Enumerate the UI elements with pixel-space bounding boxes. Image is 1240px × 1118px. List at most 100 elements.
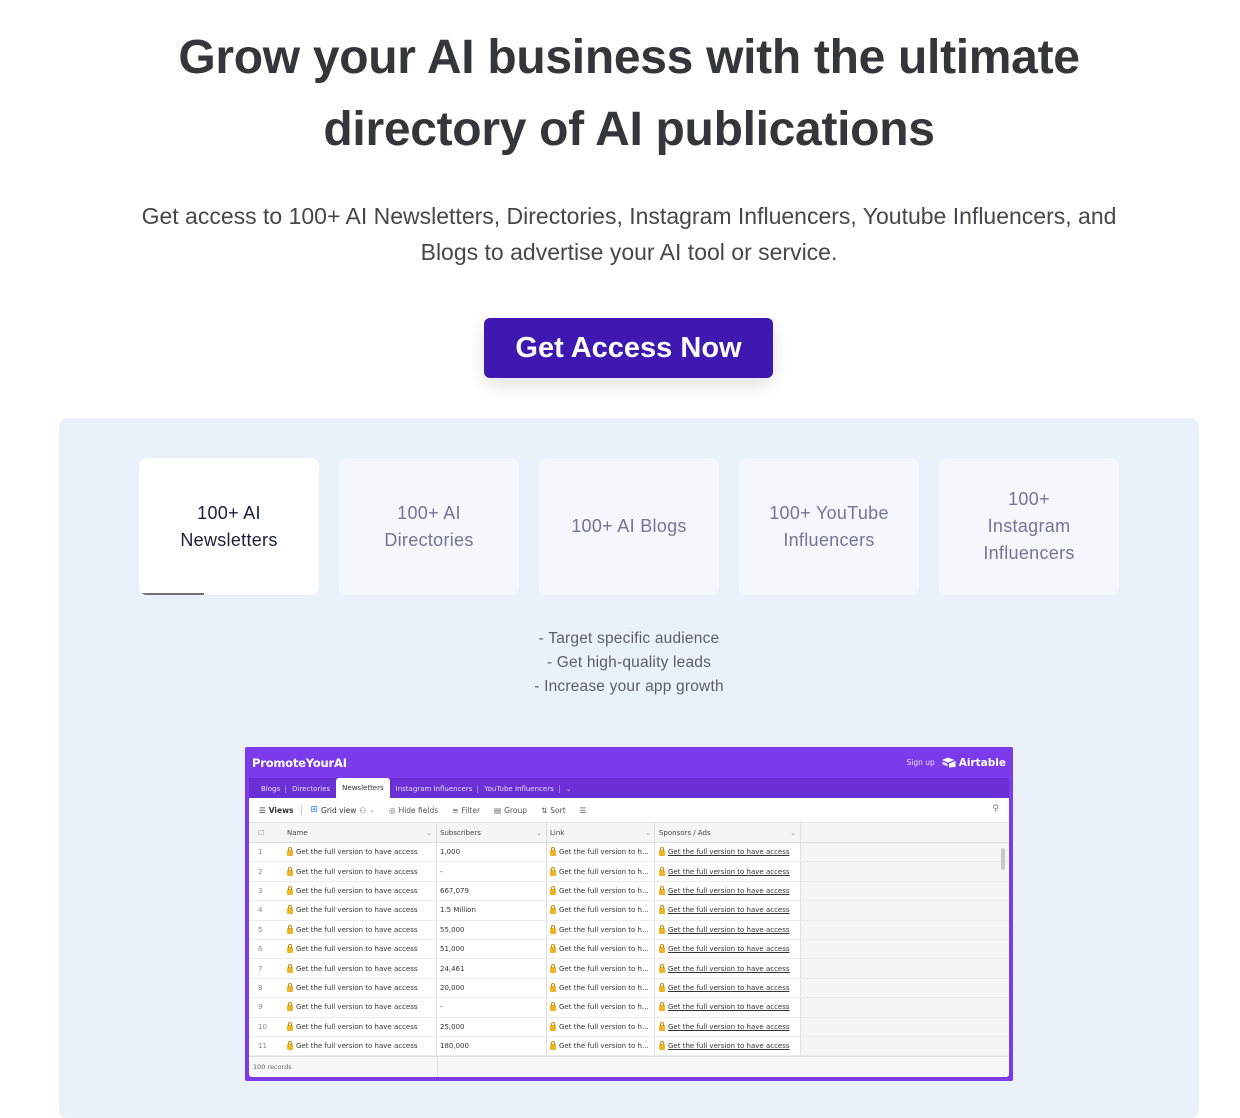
- link-cell[interactable]: Get the full version to h...: [547, 939, 655, 959]
- name-cell[interactable]: Get the full version to have access: [287, 1017, 437, 1036]
- sponsors-cell[interactable]: Get the full version to have access: [655, 939, 801, 959]
- sponsors-link[interactable]: Get the full version to have access: [659, 885, 790, 895]
- search-icon[interactable]: ⚲: [992, 804, 999, 814]
- sponsors-link[interactable]: Get the full version to have access: [659, 1041, 790, 1051]
- table-row[interactable]: 11 Get the full version to have access 180…: [249, 1036, 1009, 1057]
- name-cell[interactable]: Get the full version to have access: [287, 901, 437, 920]
- link-cell[interactable]: Get the full version to h...: [547, 862, 655, 881]
- column-header-link[interactable]: Link ⌄: [547, 823, 655, 842]
- table-row[interactable]: 6 Get the full version to have access 51,0…: [249, 939, 1009, 960]
- table-row[interactable]: 1 Get the full version to have access 1,00…: [249, 843, 1009, 863]
- sponsors-cell[interactable]: Get the full version to have access: [655, 881, 801, 901]
- column-header-name[interactable]: Name ⌄: [287, 823, 437, 842]
- table-row[interactable]: 8 Get the full version to have access 20,0…: [249, 978, 1009, 999]
- lock-icon: [287, 944, 293, 954]
- embed-tab-instagram-influencers[interactable]: Instagram Influencers: [390, 780, 479, 798]
- name-cell[interactable]: Get the full version to have access: [287, 1036, 437, 1056]
- name-cell[interactable]: Get the full version to have access: [287, 920, 437, 939]
- sign-up-link[interactable]: Sign up: [906, 758, 934, 767]
- category-tab[interactable]: 100+ AI Directories: [339, 458, 519, 595]
- link-cell[interactable]: Get the full version to h...: [547, 998, 655, 1017]
- grid-view-button[interactable]: ⊞ Grid view ⚇ ⌄: [310, 805, 375, 815]
- category-tab[interactable]: 100+ AI Blogs: [539, 458, 719, 595]
- sponsors-cell[interactable]: Get the full version to have access: [655, 978, 801, 998]
- name-cell[interactable]: Get the full version to have access: [287, 939, 437, 959]
- table-row[interactable]: 7 Get the full version to have access 24,4…: [249, 959, 1009, 979]
- link-cell[interactable]: Get the full version to h...: [547, 1017, 655, 1036]
- name-cell[interactable]: Get the full version to have access: [287, 998, 437, 1017]
- sponsors-cell[interactable]: Get the full version to have access: [655, 843, 801, 862]
- link-cell[interactable]: Get the full version to h...: [547, 920, 655, 939]
- category-tab[interactable]: 100+ YouTube Influencers: [739, 458, 919, 595]
- row-number: 5: [258, 925, 263, 934]
- vertical-scrollbar[interactable]: [1001, 848, 1005, 870]
- name-cell[interactable]: Get the full version to have access: [287, 843, 437, 862]
- table-row[interactable]: 10 Get the full version to have access 25,…: [249, 1017, 1009, 1037]
- category-tab[interactable]: 100+ Instagram Influencers: [939, 458, 1119, 595]
- link-cell[interactable]: Get the full version to h...: [547, 1036, 655, 1056]
- category-tab[interactable]: 100+ AI Newsletters: [139, 458, 319, 595]
- grid-rows: 1 Get the full version to have access 1,00…: [249, 843, 1009, 1057]
- table-row[interactable]: 5 Get the full version to have access 55,0…: [249, 920, 1009, 940]
- subscribers-cell[interactable]: 180,000: [437, 1036, 547, 1056]
- sponsors-cell[interactable]: Get the full version to have access: [655, 901, 801, 920]
- sponsors-cell[interactable]: Get the full version to have access: [655, 1036, 801, 1056]
- empty-row-area: [801, 881, 1009, 901]
- name-cell[interactable]: Get the full version to have access: [287, 881, 437, 901]
- subscribers-cell[interactable]: 55,000: [437, 920, 547, 939]
- hide-fields-button[interactable]: ◎ Hide fields: [389, 806, 438, 815]
- group-button[interactable]: ▤ Group: [494, 806, 527, 815]
- table-row[interactable]: 4 Get the full version to have access 1.5 …: [249, 901, 1009, 921]
- embed-tab-blogs[interactable]: Blogs: [255, 780, 287, 798]
- link-cell[interactable]: Get the full version to h...: [547, 978, 655, 998]
- embed-tab-youtube-influencers[interactable]: YouTube Influencers: [478, 780, 561, 798]
- subscribers-cell[interactable]: -: [437, 862, 547, 881]
- subscribers-cell[interactable]: 25,000: [437, 1017, 547, 1036]
- subscribers-cell[interactable]: 24,461: [437, 959, 547, 978]
- airtable-logo[interactable]: Airtable: [941, 757, 1006, 769]
- table-row[interactable]: 9 Get the full version to have access - Get…: [249, 998, 1009, 1018]
- sponsors-link[interactable]: Get the full version to have access: [659, 982, 790, 992]
- more-tabs-chevron-icon[interactable]: ⌄: [560, 780, 578, 798]
- name-cell[interactable]: Get the full version to have access: [287, 959, 437, 978]
- sponsors-cell[interactable]: Get the full version to have access: [655, 1017, 801, 1036]
- sponsors-link[interactable]: Get the full version to have access: [659, 924, 790, 934]
- link-cell[interactable]: Get the full version to h...: [547, 843, 655, 862]
- get-access-now-button[interactable]: Get Access Now: [484, 318, 773, 378]
- sponsors-cell[interactable]: Get the full version to have access: [655, 920, 801, 939]
- sponsors-link[interactable]: Get the full version to have access: [659, 847, 790, 857]
- sponsors-link[interactable]: Get the full version to have access: [659, 1002, 790, 1012]
- row-height-button[interactable]: ☰: [580, 806, 587, 815]
- subscribers-cell[interactable]: 667,079: [437, 881, 547, 901]
- sponsors-link[interactable]: Get the full version to have access: [659, 905, 790, 915]
- embed-tab-newsletters[interactable]: Newsletters: [336, 778, 390, 798]
- column-header-sponsors[interactable]: Sponsors / Ads ⌄: [655, 823, 801, 842]
- sponsors-link[interactable]: Get the full version to have access: [659, 963, 790, 973]
- sponsors-link[interactable]: Get the full version to have access: [659, 944, 790, 954]
- filter-button[interactable]: ≡ Filter: [452, 806, 480, 815]
- sponsors-cell[interactable]: Get the full version to have access: [655, 998, 801, 1017]
- locked-text: Get the full version to have access: [668, 1022, 790, 1031]
- name-cell[interactable]: Get the full version to have access: [287, 978, 437, 998]
- sponsors-link[interactable]: Get the full version to have access: [659, 866, 790, 876]
- sponsors-cell[interactable]: Get the full version to have access: [655, 862, 801, 881]
- subscribers-cell[interactable]: 1,000: [437, 843, 547, 862]
- select-all-checkbox[interactable]: ☐: [249, 829, 287, 837]
- subscribers-cell[interactable]: -: [437, 998, 547, 1017]
- table-row[interactable]: 3 Get the full version to have access 667,…: [249, 881, 1009, 902]
- column-header-subscribers[interactable]: Subscribers ⌄: [437, 823, 547, 842]
- sort-button[interactable]: ⇅ Sort: [541, 806, 566, 815]
- link-cell[interactable]: Get the full version to h...: [547, 959, 655, 978]
- subscribers-cell[interactable]: 20,000: [437, 978, 547, 998]
- link-cell[interactable]: Get the full version to h...: [547, 881, 655, 901]
- subscribers-cell[interactable]: 1.5 Million: [437, 901, 547, 920]
- sponsors-link[interactable]: Get the full version to have access: [659, 1021, 790, 1031]
- name-cell[interactable]: Get the full version to have access: [287, 862, 437, 881]
- subscribers-cell[interactable]: 51,000: [437, 939, 547, 959]
- tab-progress-bar: [139, 593, 204, 595]
- embed-tab-directories[interactable]: Directories: [286, 780, 336, 798]
- views-button[interactable]: ☰ Views: [259, 806, 293, 815]
- link-cell[interactable]: Get the full version to h...: [547, 901, 655, 920]
- table-row[interactable]: 2 Get the full version to have access - Get…: [249, 862, 1009, 882]
- sponsors-cell[interactable]: Get the full version to have access: [655, 959, 801, 978]
